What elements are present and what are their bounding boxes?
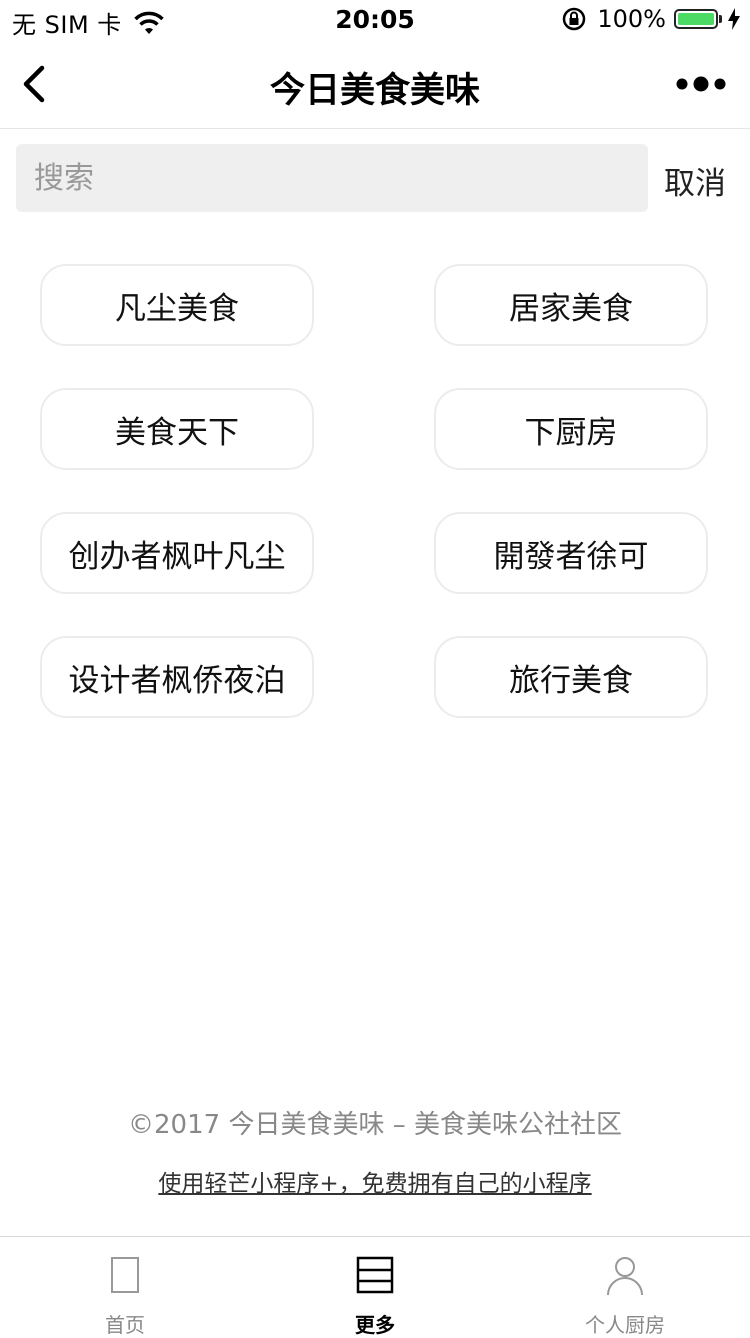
person-icon — [607, 1257, 643, 1296]
tab-home[interactable]: 首页 — [0, 1237, 250, 1337]
tag-button[interactable]: 创办者枫叶凡尘 — [40, 512, 314, 594]
status-right: 100% — [561, 5, 740, 33]
rotation-lock-icon — [563, 7, 586, 31]
tab-personal-kitchen[interactable]: 个人厨房 — [500, 1237, 750, 1337]
tag-button[interactable]: 旅行美食 — [434, 636, 708, 718]
cancel-button[interactable]: 取消 — [664, 158, 726, 203]
home-page-icon — [111, 1257, 139, 1293]
promo-link[interactable]: 使用轻芒小程序+，免费拥有自己的小程序 — [0, 1164, 750, 1198]
battery-icon — [674, 9, 718, 29]
copyright-text: ©2017 今日美食美味 – 美食美味公社社区 — [128, 1110, 622, 1140]
tag-button[interactable]: 居家美食 — [434, 264, 708, 346]
list-icon — [356, 1256, 394, 1294]
tab-bar: 首页 更多 个人厨房 — [0, 1236, 750, 1337]
search-bar: 取消 — [16, 144, 734, 212]
tag-button[interactable]: 设计者枫侨夜泊 — [40, 636, 314, 718]
tab-more[interactable]: 更多 — [250, 1237, 500, 1337]
page-title: 今日美食美味 — [269, 71, 480, 111]
tag-button[interactable]: 下厨房 — [434, 388, 708, 470]
battery-percent: 100% — [597, 5, 666, 33]
tag-button[interactable]: 美食天下 — [40, 388, 314, 470]
more-dots-icon[interactable] — [676, 76, 726, 92]
battery-fill — [678, 13, 714, 25]
navigation-bar: 今日美食美味 — [0, 40, 750, 129]
search-input[interactable] — [16, 144, 648, 212]
charging-bolt-icon — [728, 8, 740, 30]
battery-tip — [719, 15, 722, 23]
status-bar: 无 SIM 卡 20:05 100% — [0, 0, 750, 40]
tag-button[interactable]: 開發者徐可 — [434, 512, 708, 594]
tag-button[interactable]: 凡尘美食 — [40, 264, 314, 346]
